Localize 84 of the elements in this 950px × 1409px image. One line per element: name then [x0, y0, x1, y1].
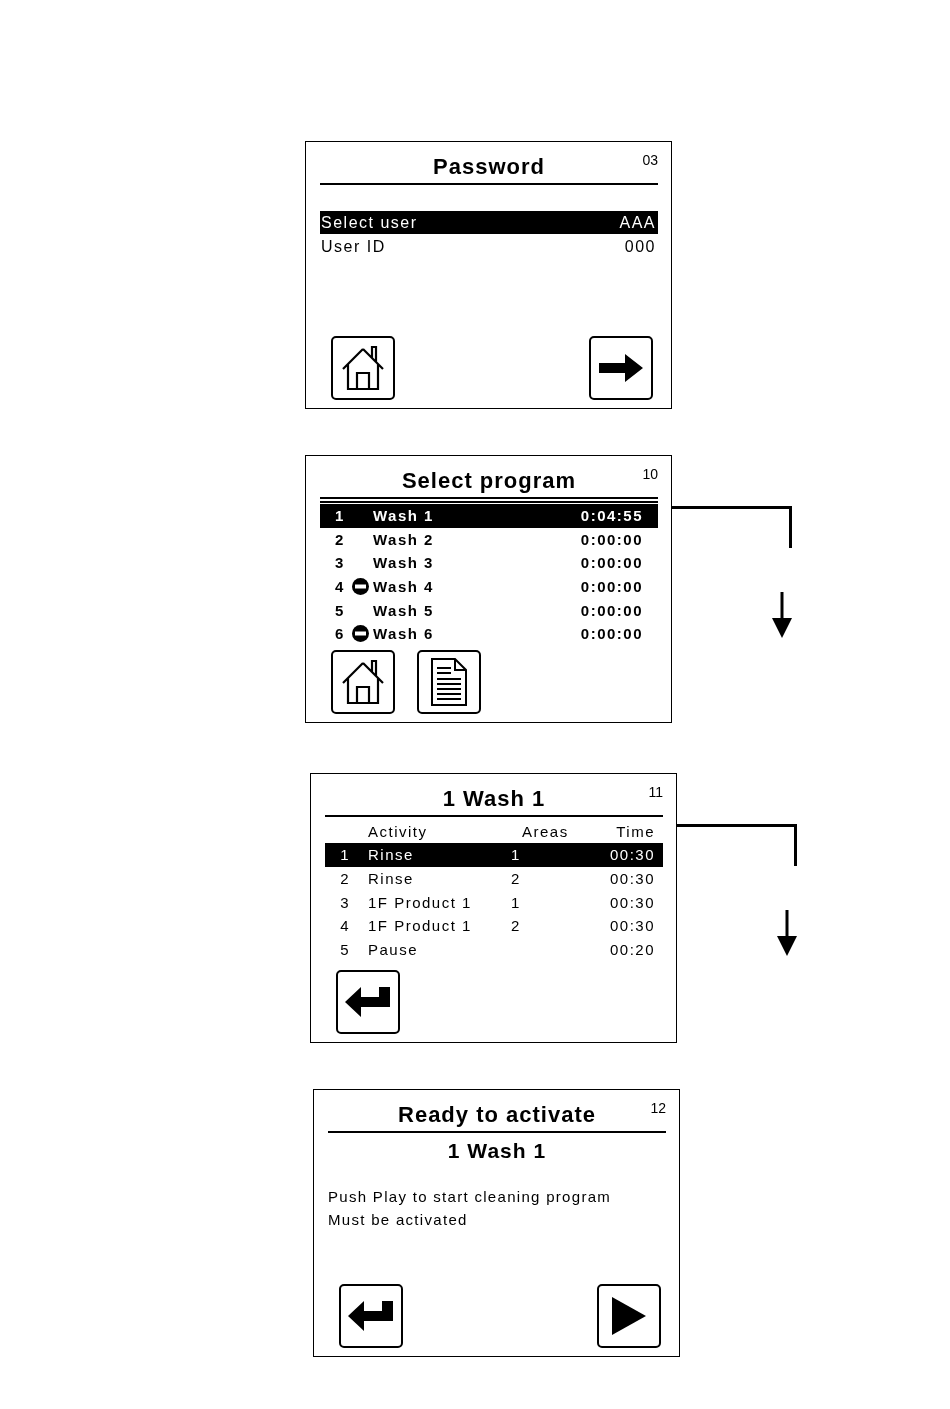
program-time: 0:00:00	[580, 625, 643, 643]
list-row[interactable]: 3 Wash 3 0:00:00	[320, 551, 658, 575]
list-row[interactable]: 2 Wash 2 0:00:00	[320, 527, 658, 552]
row-label: Select user	[321, 213, 418, 233]
time-value: 00:20	[609, 941, 655, 959]
area-value: 1	[511, 893, 522, 911]
row-value: 000	[624, 237, 656, 257]
row-number: 6	[335, 625, 346, 643]
list-row[interactable]: 1 Wash 1 0:04:55	[320, 504, 658, 528]
row-number: 3	[335, 554, 346, 572]
program-time: 0:00:00	[580, 554, 643, 572]
program-time: 0:04:55	[580, 507, 643, 525]
back-button[interactable]	[339, 1284, 403, 1348]
time-value: 00:30	[609, 870, 655, 888]
activity-name: 1F Product 1	[367, 917, 473, 935]
list-row[interactable]: 1 Rinse 1 00:30	[325, 843, 663, 867]
time-value: 00:30	[609, 846, 655, 864]
list-row[interactable]: 6 Wash 6 0:00:00	[320, 621, 658, 646]
return-arrow-icon	[348, 1301, 394, 1331]
activity-name: Rinse	[367, 870, 415, 888]
program-time: 0:00:00	[580, 601, 643, 619]
column-header: Areas	[521, 822, 570, 842]
list-row[interactable]: 4 1F Product 1 2 00:30	[325, 914, 663, 938]
row-label: User ID	[321, 237, 386, 257]
program-name: Wash 2	[373, 530, 435, 548]
return-arrow-icon	[345, 987, 391, 1017]
play-icon	[612, 1297, 646, 1335]
time-value: 00:30	[609, 893, 655, 911]
program-name: Wash 1	[373, 507, 435, 525]
column-header: Time	[616, 822, 655, 842]
row-value: AAA	[619, 213, 656, 233]
screen-title: 1 Wash 1	[442, 785, 546, 813]
home-button[interactable]	[331, 650, 395, 714]
area-value: 1	[511, 846, 522, 864]
program-title: 1 Wash 1	[446, 1138, 548, 1164]
row-number: 1	[339, 846, 350, 864]
screen-title: Ready to activate	[398, 1101, 596, 1129]
back-button[interactable]	[336, 970, 400, 1034]
screen-number: 11	[648, 784, 663, 800]
message-text: Push Play to start cleaning program	[328, 1187, 613, 1207]
list-row[interactable]: Select user AAA	[320, 211, 658, 234]
program-name: Wash 4	[373, 578, 435, 596]
program-time: 0:00:00	[580, 530, 643, 548]
row-number: 2	[335, 530, 346, 548]
activity-name: Rinse	[367, 846, 415, 864]
home-button[interactable]	[331, 336, 395, 400]
screen-number: 03	[642, 152, 658, 168]
list-row[interactable]: 5 Pause 00:20	[325, 937, 663, 962]
document-icon	[431, 658, 467, 706]
home-icon	[341, 659, 385, 705]
row-number: 4	[335, 578, 346, 596]
right-arrow-icon	[599, 353, 643, 383]
home-icon	[341, 345, 385, 391]
row-number: 4	[339, 917, 350, 935]
list-row[interactable]: User ID 000	[320, 235, 658, 258]
row-number: 3	[339, 893, 350, 911]
activity-name: 1F Product 1	[367, 893, 473, 911]
column-header: Activity	[367, 822, 429, 842]
list-row[interactable]: 5 Wash 5 0:00:00	[320, 598, 658, 622]
document-button[interactable]	[417, 650, 481, 714]
activity-name: Pause	[367, 941, 420, 959]
row-number: 1	[335, 507, 346, 525]
program-name: Wash 6	[373, 625, 435, 643]
program-time: 0:00:00	[580, 578, 643, 596]
next-button[interactable]	[589, 336, 653, 400]
area-value: 2	[511, 917, 522, 935]
program-name: Wash 3	[373, 554, 435, 572]
screen-number: 12	[650, 1100, 666, 1116]
program-name: Wash 5	[373, 601, 435, 619]
message-text: Must be activated	[328, 1210, 469, 1230]
row-number: 2	[339, 870, 350, 888]
play-button[interactable]	[597, 1284, 661, 1348]
screen-title: Password	[433, 153, 545, 181]
area-value: 2	[511, 870, 522, 888]
list-row[interactable]: 4 Wash 4 0:00:00	[320, 574, 658, 599]
row-number: 5	[335, 601, 346, 619]
time-value: 00:30	[609, 917, 655, 935]
down-arrow	[771, 592, 793, 638]
list-row[interactable]: 2 Rinse 2 00:30	[325, 866, 663, 891]
down-arrow	[776, 910, 798, 956]
screen-title: Select program	[401, 467, 577, 495]
screen-number: 10	[642, 466, 658, 482]
row-number: 5	[339, 941, 350, 959]
list-row[interactable]: 3 1F Product 1 1 00:30	[325, 890, 663, 915]
